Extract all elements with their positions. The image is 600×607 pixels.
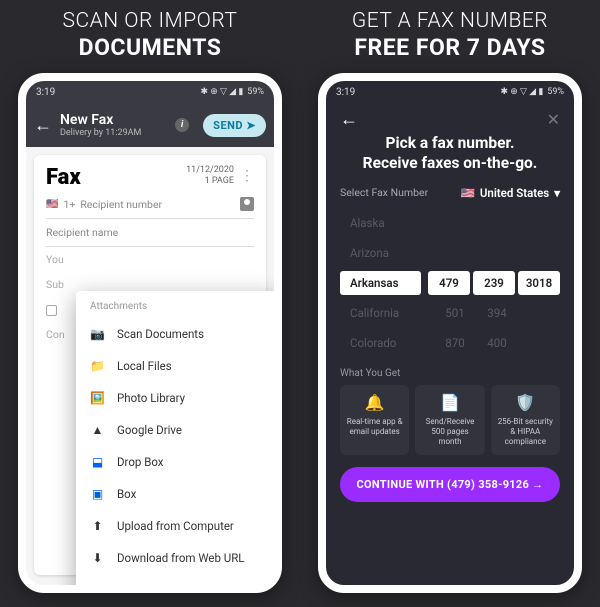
menu-google-drive[interactable]: ▲Google Drive xyxy=(76,414,282,446)
picker-selected[interactable]: Arkansas4792393018 xyxy=(340,268,560,298)
fax-pages: 1 PAGE xyxy=(186,176,234,187)
menu-photo-library[interactable]: 🖼️Photo Library xyxy=(76,382,282,414)
menu-local-files[interactable]: 📁Local Files xyxy=(76,350,282,382)
menu-header: Attachments xyxy=(76,297,282,318)
right-heading: GET A FAX NUMBER FREE FOR 7 DAYS xyxy=(352,0,548,71)
status-bar: 3:19 ✱ ⊕ ▽ ◢ ▮59% xyxy=(326,81,574,103)
phone-right: 3:19 ✱ ⊕ ▽ ◢ ▮59% ← ✕ Pick a fax number.… xyxy=(318,73,582,593)
menu-write-text[interactable]: ✎Write Text xyxy=(76,574,282,593)
us-flag-icon: 🇺🇸 xyxy=(46,199,58,210)
us-flag-icon: 🇺🇸 xyxy=(461,186,475,200)
benefit-pages: 📄Send/Receive 500 pages month xyxy=(415,385,484,455)
image-icon: 🖼️ xyxy=(90,391,105,406)
back-icon[interactable]: ← xyxy=(34,115,52,136)
continue-button[interactable]: CONTINUE WITH (479) 358-9126 → xyxy=(340,467,560,502)
chevron-down-icon: ▾ xyxy=(554,186,560,200)
info-icon[interactable]: i xyxy=(175,118,189,132)
benefits-row: 🔔Real-time app & email updates 📄Send/Rec… xyxy=(340,385,560,455)
menu-download-url[interactable]: ⬇Download from Web URL xyxy=(76,542,282,574)
dropbox-icon: ⬓ xyxy=(90,455,105,470)
upload-icon: ⬆ xyxy=(90,519,105,534)
country-select[interactable]: 🇺🇸 United States ▾ xyxy=(461,186,560,200)
menu-upload-computer[interactable]: ⬆Upload from Computer xyxy=(76,510,282,542)
google-drive-icon: ▲ xyxy=(90,423,105,438)
menu-box[interactable]: ▣Box xyxy=(76,478,282,510)
benefit-security: 🛡️256-Bit security & HIPAA compliance xyxy=(491,385,560,455)
what-you-get-label: What You Get xyxy=(340,368,560,379)
left-heading: SCAN OR IMPORT DOCUMENTS xyxy=(63,0,238,71)
box-icon: ▣ xyxy=(90,487,105,502)
more-icon[interactable]: ⋮ xyxy=(240,168,254,184)
folder-icon: 📁 xyxy=(90,359,105,374)
number-picker[interactable]: Alaska Arizona Arkansas4792393018 Califo… xyxy=(340,208,560,358)
document-icon: 📄 xyxy=(419,393,480,413)
bell-icon: 🔔 xyxy=(344,393,405,413)
select-label: Select Fax Number xyxy=(340,186,428,199)
delivery-sub: Delivery by 11:29AM xyxy=(60,128,167,138)
back-icon[interactable]: ← xyxy=(340,109,358,130)
close-icon[interactable]: ✕ xyxy=(547,110,560,129)
phone-left: 3:19 ✱ ⊕ ▽ ◢ ▮59% ← New Fax Delivery by … xyxy=(18,73,282,593)
navbar: ← New Fax Delivery by 11:29AM i SEND ➤ xyxy=(26,103,274,147)
pencil-icon: ✎ xyxy=(90,583,105,594)
fax-logo: Fax xyxy=(46,165,81,190)
send-button[interactable]: SEND ➤ xyxy=(203,114,266,137)
recipient-name-field[interactable]: Recipient name xyxy=(46,219,254,247)
attachments-menu: Attachments 📷Scan Documents 📁Local Files… xyxy=(76,291,282,593)
your-field[interactable]: You xyxy=(46,247,254,272)
status-bar: 3:19 ✱ ⊕ ▽ ◢ ▮59% xyxy=(26,81,274,103)
camera-icon: 📷 xyxy=(90,327,105,342)
pick-title: Pick a fax number. Receive faxes on-the-… xyxy=(340,134,560,174)
page-title: New Fax xyxy=(60,112,167,128)
menu-dropbox[interactable]: ⬓Drop Box xyxy=(76,446,282,478)
download-icon: ⬇ xyxy=(90,551,105,566)
fax-date: 11/12/2020 xyxy=(186,165,234,176)
recipient-number-field[interactable]: 🇺🇸 1+ Recipient number xyxy=(46,190,254,219)
shield-icon: 🛡️ xyxy=(495,393,556,413)
contact-icon[interactable] xyxy=(240,197,254,211)
benefit-realtime: 🔔Real-time app & email updates xyxy=(340,385,409,455)
menu-scan-documents[interactable]: 📷Scan Documents xyxy=(76,318,282,350)
